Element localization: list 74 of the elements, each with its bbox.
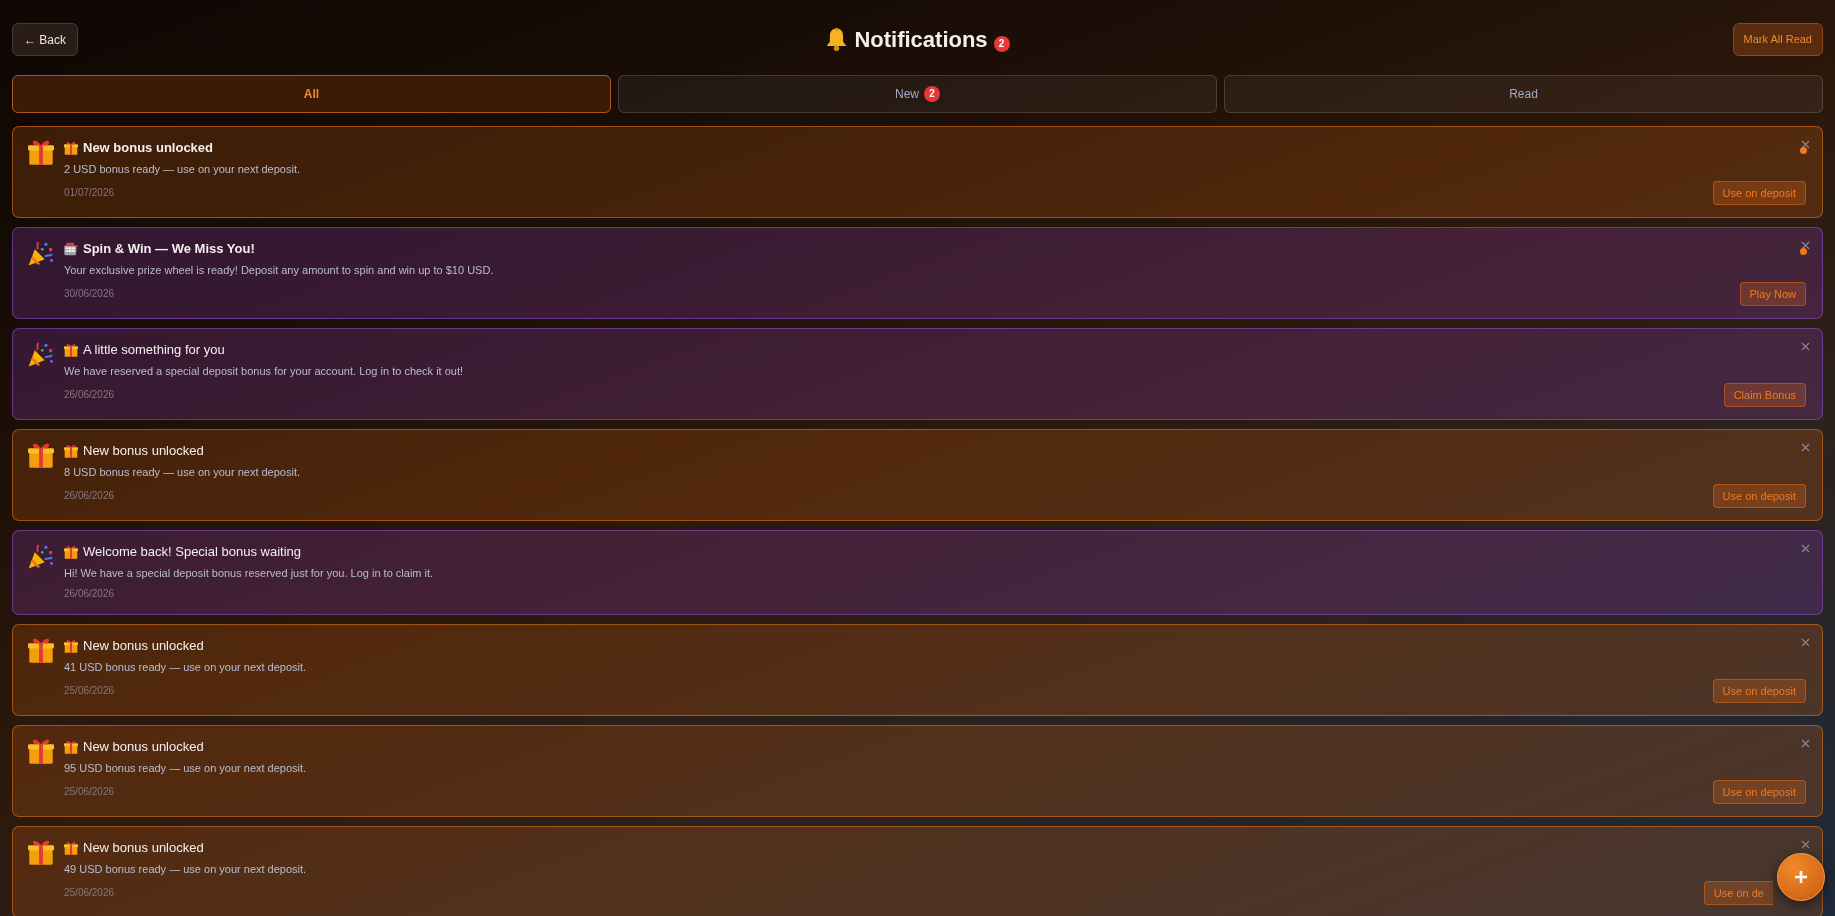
- filter-tab[interactable]: New 2: [618, 75, 1217, 113]
- count-badge: 2: [924, 86, 940, 102]
- gift-icon: [28, 139, 54, 165]
- close-button[interactable]: [1801, 739, 1810, 748]
- gift-icon: [64, 740, 78, 754]
- action-button[interactable]: Use on deposit: [1712, 484, 1806, 508]
- notification-title: New bonus unlocked: [83, 442, 204, 461]
- notification-message: 95 USD bonus ready — use on your next deposit.: [64, 761, 307, 775]
- gift-icon: [64, 444, 78, 458]
- close-button[interactable]: [1801, 840, 1810, 849]
- notification-date: 25/06/2026: [64, 886, 115, 900]
- close-icon: [1801, 241, 1810, 250]
- notification-date: 25/06/2026: [64, 785, 115, 799]
- close-icon: [1801, 739, 1810, 748]
- close-button[interactable]: [1801, 443, 1810, 452]
- action-button[interactable]: Play Now: [1739, 282, 1806, 306]
- close-icon: [1801, 342, 1810, 351]
- action-button[interactable]: Use on deposit: [1712, 679, 1806, 703]
- close-button[interactable]: [1801, 140, 1810, 149]
- notification-title: Spin & Win — We Miss You!: [83, 240, 255, 259]
- notification-date: 26/06/2026: [64, 586, 115, 601]
- notification-title: New bonus unlocked: [83, 738, 204, 757]
- back-button[interactable]: ← Back: [12, 23, 78, 56]
- party-popper-icon: [28, 240, 54, 266]
- notification-title: New bonus unlocked: [83, 139, 213, 158]
- plus-icon: [1794, 870, 1808, 884]
- close-icon: [1801, 140, 1810, 149]
- gift-icon: [64, 141, 78, 155]
- notification-date: 26/06/2026: [64, 489, 115, 503]
- notification-date: 01/07/2026: [64, 186, 115, 200]
- gift-icon: [64, 545, 78, 559]
- filter-tab[interactable]: All: [12, 75, 611, 113]
- filter-tab[interactable]: Read: [1224, 75, 1823, 113]
- notification-title: New bonus unlocked: [83, 637, 204, 656]
- close-icon: [1801, 443, 1810, 452]
- notification-title: Welcome back! Special bonus waiting: [83, 543, 301, 562]
- notification-message: We have reserved a special deposit bonus for your account. Log in to check it out!: [64, 364, 464, 378]
- action-button[interactable]: Use on deposit: [1712, 780, 1806, 804]
- close-icon: [1801, 638, 1810, 647]
- action-button[interactable]: Claim Bonus: [1723, 383, 1806, 407]
- notification-date: 30/06/2026: [64, 287, 115, 301]
- gift-icon: [28, 738, 54, 764]
- notification-message: 8 USD bonus ready — use on your next deposit.: [64, 465, 301, 479]
- count-badge: 2: [993, 35, 1010, 52]
- notification-message: 49 USD bonus ready — use on your next deposit.: [64, 862, 307, 876]
- action-button[interactable]: Use on de: [1703, 881, 1773, 905]
- close-button[interactable]: [1801, 544, 1810, 553]
- notification-message: 2 USD bonus ready — use on your next deposit.: [64, 162, 301, 176]
- notification-title: A little something for you: [83, 341, 225, 360]
- gift-icon: [64, 841, 78, 855]
- gift-icon: [28, 839, 54, 865]
- close-button[interactable]: [1801, 638, 1810, 647]
- close-icon: [1801, 840, 1810, 849]
- party-popper-icon: [28, 543, 54, 569]
- party-popper-icon: [28, 341, 54, 367]
- close-button[interactable]: [1801, 342, 1810, 351]
- notification-date: 26/06/2026: [64, 388, 115, 402]
- gift-icon: [28, 637, 54, 663]
- add-button[interactable]: [1777, 853, 1825, 901]
- slot-machine-icon: [64, 242, 78, 256]
- close-icon: [1801, 544, 1810, 553]
- bell-icon: [825, 28, 849, 51]
- action-button[interactable]: Use on deposit: [1712, 181, 1806, 205]
- notification-date: 25/06/2026: [64, 684, 115, 698]
- notification-message: Your exclusive prize wheel is ready! Deposit any amount to spin and win up to $10 USD.: [64, 263, 494, 277]
- notification-title: New bonus unlocked: [83, 839, 204, 858]
- notification-message: Hi! We have a special deposit bonus reserved just for you. Log in to claim it.: [64, 566, 434, 580]
- close-button[interactable]: [1801, 241, 1810, 250]
- notification-message: 41 USD bonus ready — use on your next deposit.: [64, 660, 307, 674]
- gift-icon: [64, 343, 78, 357]
- gift-icon: [64, 639, 78, 653]
- mark-all-read-button[interactable]: Mark All Read: [1732, 23, 1823, 56]
- gift-icon: [28, 442, 54, 468]
- page-title: Notifications: [854, 26, 988, 54]
